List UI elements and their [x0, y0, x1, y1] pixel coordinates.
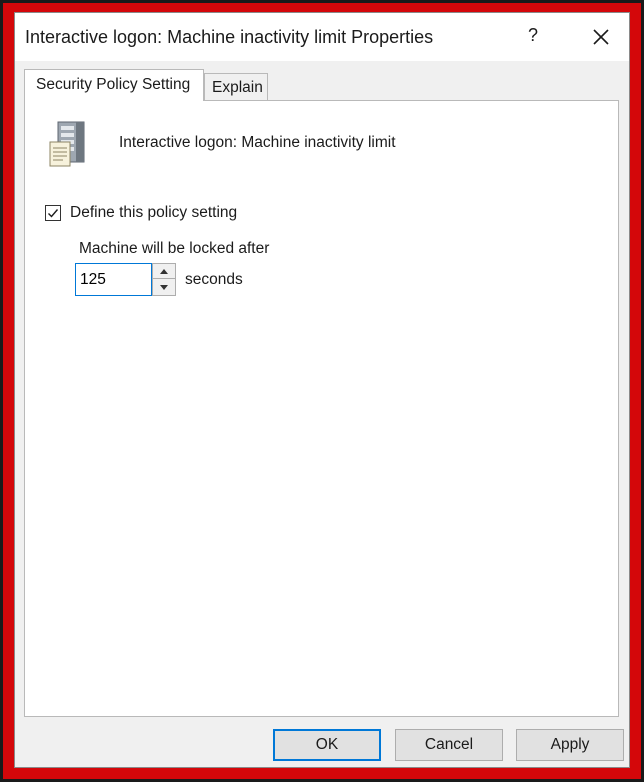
close-button[interactable]: [585, 21, 617, 53]
spinner-up-button[interactable]: [153, 264, 175, 279]
cancel-button[interactable]: Cancel: [395, 729, 503, 761]
window-title: Interactive logon: Machine inactivity li…: [25, 27, 434, 47]
define-policy-checkbox[interactable]: [45, 205, 61, 221]
tab-panel: Interactive logon: Machine inactivity li…: [24, 100, 619, 717]
tab-security-policy-setting[interactable]: Security Policy Setting: [24, 69, 204, 101]
seconds-spinner: [152, 263, 176, 296]
policy-name: Interactive logon: Machine inactivity li…: [119, 134, 396, 151]
arrow-up-icon: [160, 269, 168, 274]
server-policy-icon: [46, 118, 98, 170]
lock-after-label: Machine will be locked after: [79, 240, 270, 257]
close-icon: [593, 29, 609, 45]
define-policy-label[interactable]: Define this policy setting: [70, 204, 237, 222]
arrow-down-icon: [160, 285, 168, 290]
title-bar[interactable]: Interactive logon: Machine inactivity li…: [15, 13, 629, 61]
checkmark-icon: [48, 209, 59, 218]
help-button[interactable]: ?: [521, 25, 545, 49]
apply-button[interactable]: Apply: [516, 729, 624, 761]
properties-dialog: Interactive logon: Machine inactivity li…: [14, 12, 630, 768]
spinner-down-button[interactable]: [153, 280, 175, 295]
tab-explain[interactable]: Explain: [204, 73, 268, 101]
ok-button[interactable]: OK: [273, 729, 381, 761]
inactivity-seconds-input[interactable]: [75, 263, 152, 296]
red-highlight-frame: Interactive logon: Machine inactivity li…: [3, 3, 641, 779]
tab-strip: Security Policy Setting Explain: [24, 69, 614, 101]
seconds-unit-label: seconds: [185, 271, 243, 288]
